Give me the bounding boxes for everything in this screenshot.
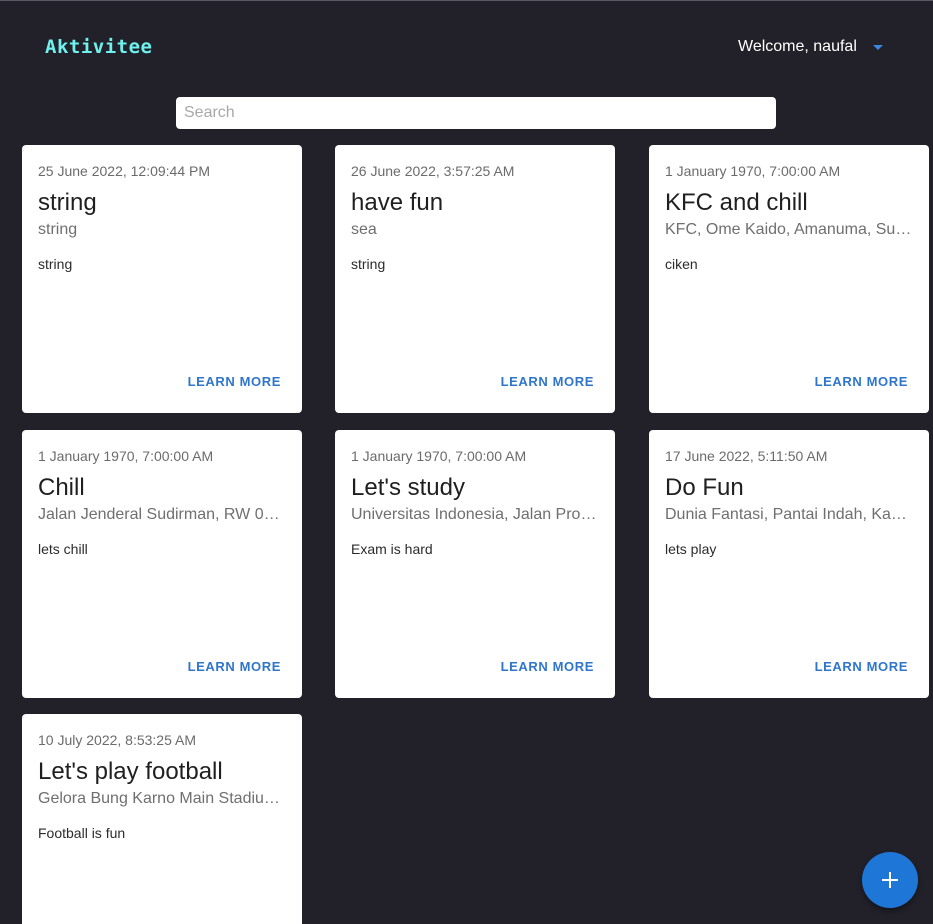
- search-input[interactable]: [176, 97, 776, 129]
- card-date: 1 January 1970, 7:00:00 AM: [665, 163, 841, 179]
- learn-more-button[interactable]: LEARN MORE: [188, 659, 281, 674]
- welcome-text: Welcome, naufal: [738, 38, 857, 55]
- card-description: string: [351, 256, 386, 272]
- learn-more-button[interactable]: LEARN MORE: [501, 659, 594, 674]
- app-logo[interactable]: Aktivitee: [45, 36, 152, 58]
- card-location: Universitas Indonesia, Jalan Prof. Dr.: [351, 506, 599, 523]
- activity-card: 17 June 2022, 5:11:50 AM Do Fun Dunia Fa…: [649, 430, 929, 698]
- activity-card: 26 June 2022, 3:57:25 AM have fun sea st…: [335, 145, 615, 413]
- card-date: 1 January 1970, 7:00:00 AM: [351, 448, 527, 464]
- activity-card: 1 January 1970, 7:00:00 AM Chill Jalan J…: [22, 430, 302, 698]
- card-title: Chill: [38, 474, 85, 501]
- card-date: 1 January 1970, 7:00:00 AM: [38, 448, 214, 464]
- add-activity-button[interactable]: [862, 852, 918, 908]
- card-date: 10 July 2022, 8:53:25 AM: [38, 732, 196, 748]
- activity-card: 1 January 1970, 7:00:00 AM KFC and chill…: [649, 145, 929, 413]
- card-title: have fun: [351, 189, 444, 216]
- card-date: 26 June 2022, 3:57:25 AM: [351, 163, 515, 179]
- card-description: ciken: [665, 256, 698, 272]
- card-description: lets chill: [38, 541, 88, 557]
- learn-more-button[interactable]: LEARN MORE: [188, 374, 281, 389]
- card-description: string: [38, 256, 73, 272]
- caret-down-icon: [872, 44, 883, 50]
- card-description: lets play: [665, 541, 717, 557]
- card-location: Jalan Jenderal Sudirman, RW 03, Jakarta: [38, 506, 286, 523]
- card-title: KFC and chill: [665, 189, 808, 216]
- card-title: string: [38, 189, 97, 216]
- card-description: Football is fun: [38, 825, 126, 841]
- learn-more-button[interactable]: LEARN MORE: [815, 659, 908, 674]
- top-border: [0, 0, 933, 1]
- card-title: Let's study: [351, 474, 465, 501]
- card-location: KFC, Ome Kaido, Amanuma, Suginami: [665, 221, 913, 238]
- learn-more-button[interactable]: LEARN MORE: [815, 374, 908, 389]
- card-location: string: [38, 221, 78, 238]
- activity-card: 25 June 2022, 12:09:44 PM string string …: [22, 145, 302, 413]
- plus-icon: [882, 872, 898, 888]
- card-title: Do Fun: [665, 474, 744, 501]
- activity-card: 10 July 2022, 8:53:25 AM Let's play foot…: [22, 714, 302, 924]
- card-date: 17 June 2022, 5:11:50 AM: [665, 448, 828, 464]
- card-date: 25 June 2022, 12:09:44 PM: [38, 163, 211, 179]
- activity-card: 1 January 1970, 7:00:00 AM Let's study U…: [335, 430, 615, 698]
- card-location: sea: [351, 221, 377, 238]
- user-menu[interactable]: Welcome, naufal: [738, 38, 883, 56]
- card-location: Gelora Bung Karno Main Stadium, Jakarta: [38, 790, 286, 807]
- learn-more-button[interactable]: LEARN MORE: [501, 374, 594, 389]
- card-location: Dunia Fantasi, Pantai Indah, Kawasan Anc…: [665, 506, 913, 523]
- card-description: Exam is hard: [351, 541, 433, 557]
- card-title: Let's play football: [38, 758, 223, 785]
